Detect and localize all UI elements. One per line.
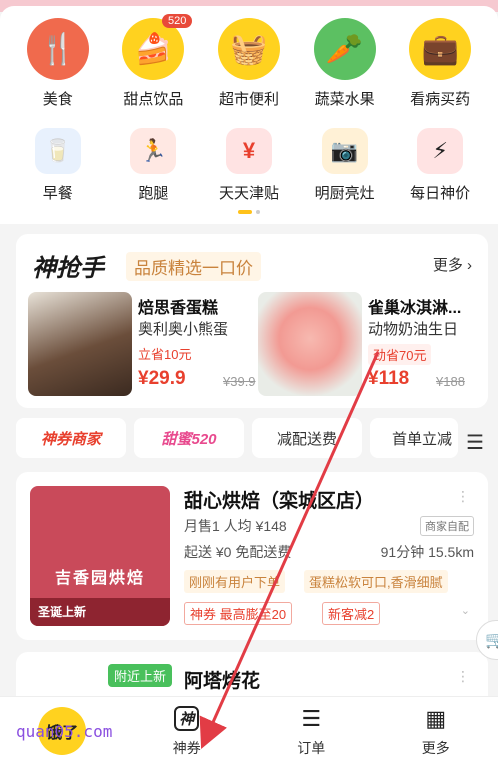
category-label: 跑腿 [138,185,169,202]
runner-icon: 🏃 [130,128,177,174]
category-label: 早餐 [42,185,73,202]
category-open-kitchen[interactable]: 📷 明厨亮灶 [300,128,390,203]
category-breakfast[interactable]: 🥛 早餐 [13,128,103,203]
tab-more[interactable]: ▦ 更多 [374,697,498,764]
category-row-primary: 🍴 美食 🍰 520 甜点饮品 🧺 超市便利 🥕 蔬菜水果 💼 看病买药 [0,14,498,109]
category-label: 每日神价 [410,185,471,202]
more-link[interactable]: 更多 › [433,254,472,275]
time-distance: 91分钟 15.5km [380,544,474,560]
filter-sweet-520[interactable]: 甜蜜520 [134,418,244,458]
category-daily-subsidy[interactable]: ¥ 天天津贴 [204,128,294,203]
store-name: 阿塔烤花 [184,671,261,692]
page-dot-active [238,210,252,214]
product-desc: 奥利奥小熊蛋 [138,321,229,338]
milk-icon: 🥛 [34,128,81,174]
store-hint: 蛋糕松软可口,香滑细腻 [304,570,448,593]
tab-label: 神券 [172,739,201,756]
category-label: 看病买药 [410,91,471,108]
page-indicator [238,210,260,214]
category-supermarket[interactable]: 🧺 超市便利 [204,18,294,109]
self-delivery-badge: 商家自配 [420,516,474,536]
filter-chips: 神券商家 甜蜜520 减配送费 首单立减 [16,418,498,458]
new-nearby-badge: 附近上新 [108,664,173,687]
more-options-icon[interactable]: ⋮ [456,488,470,505]
basket-icon: 🧺 [217,18,280,80]
filter-reduced-delivery[interactable]: 减配送费 [252,418,362,458]
store-image-footer: 圣诞上新 [38,605,87,619]
chevron-down-icon[interactable]: ⌄ [461,604,470,617]
flash-deal-subtitle: 品质精选一口价 [126,252,261,281]
category-label: 超市便利 [218,91,279,108]
category-label: 天天津贴 [218,185,279,202]
original-price: ¥39.9 [223,374,256,389]
category-food[interactable]: 🍴 美食 [13,18,103,109]
coupon-icon: 神 [174,704,200,734]
delivery-info: 起送 ¥0 免配送费 [184,544,292,560]
coupon-tag: 神券 最高膨至20 [184,602,293,625]
store-stats: 月售1 人均 ¥148 [184,518,287,534]
tab-orders[interactable]: ☰ 订单 [249,697,374,764]
product-price: ¥118 [368,368,410,389]
menu-icon[interactable]: ☰ [466,430,484,455]
category-label: 明厨亮灶 [314,185,375,202]
category-label: 蔬菜水果 [314,91,375,108]
deal-product[interactable]: 焙思香蛋糕 奥利奥小熊蛋 立省10元 ¥29.9 ¥39.9 [28,292,256,396]
red-envelope-icon: ¥ [225,128,272,174]
store-image-title: 吉香园烘焙 [54,570,145,587]
count-badge: 520 [162,14,193,28]
product-name: 焙思香蛋糕 [138,300,219,317]
store-name: 甜心烘焙（栾城区店） [184,491,375,512]
flash-deal-card: 神抢手 品质精选一口价 更多 › 焙思香蛋糕 奥利奥小熊蛋 立省10元 ¥29.… [16,234,488,408]
store-hint: 刚刚有用户下单 [184,570,286,593]
category-dessert[interactable]: 🍰 520 甜点饮品 [108,14,198,109]
filter-coupon-merchants[interactable]: 神券商家 [16,418,126,458]
category-row-secondary: 🥛 早餐 🏃 跑腿 ¥ 天天津贴 📷 明厨亮灶 ⚡ 每日神价 [0,128,498,203]
tab-label: 更多 [421,739,450,756]
category-vegetables[interactable]: 🥕 蔬菜水果 [300,18,390,109]
category-medicine[interactable]: 💼 看病买药 [395,18,485,109]
category-label: 美食 [42,91,73,108]
order-icon: ☰ [301,705,322,731]
store-card[interactable]: 吉香园烘焙 圣诞上新 甜心烘焙（栾城区店） ⋮ 月售1 人均 ¥148 商家自配… [16,472,488,640]
carrot-icon: 🥕 [313,18,376,80]
lightning-icon: ⚡ [417,128,464,174]
page-dot [256,210,260,214]
category-daily-deal[interactable]: ⚡ 每日神价 [395,128,485,203]
product-name: 雀巢冰淇淋... [368,300,462,317]
camera-icon: 📷 [321,128,368,174]
product-desc: 动物奶油生日 [368,321,459,338]
more-options-icon[interactable]: ⋮ [456,668,470,685]
original-price: ¥188 [436,374,465,389]
tab-coupons[interactable]: 神 神券 [125,697,250,764]
saving-tag: 立省10元 [138,347,192,362]
grid-icon: ▦ [425,705,447,731]
product-image [258,292,362,396]
medkit-icon: 💼 [409,18,472,80]
category-errand[interactable]: 🏃 跑腿 [108,128,198,203]
deal-product[interactable]: 雀巢冰淇淋... 动物奶油生日 劲省70元 ¥118 ¥188 [258,292,478,396]
category-label: 甜点饮品 [123,91,184,108]
filter-first-order[interactable]: 首单立减 [370,418,458,458]
product-price: ¥29.9 [138,368,186,389]
product-image [28,292,132,396]
store-image: 吉香园烘焙 圣诞上新 [30,486,170,626]
flash-deal-logo: 神抢手 [32,255,104,282]
utensils-icon: 🍴 [26,18,89,80]
coupon-tag: 新客减2 [322,602,381,625]
tab-label: 订单 [297,739,326,756]
watermark: quan05.com [16,722,113,741]
saving-tag: 劲省70元 [368,344,432,365]
